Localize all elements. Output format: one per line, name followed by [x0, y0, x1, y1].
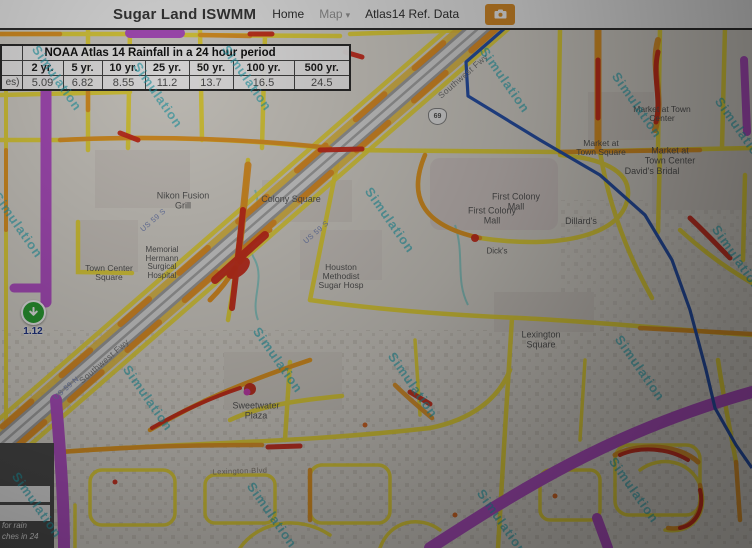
marker-down-arrow-icon[interactable] [21, 300, 46, 325]
map-viewport[interactable]: 69 1.12 [0, 28, 752, 548]
col-header: 2 yr. [22, 61, 63, 76]
col-header: 50 yr. [189, 61, 233, 76]
gauge-marker[interactable]: 1.12 [13, 300, 53, 337]
nav-home[interactable]: Home [272, 7, 304, 21]
rainfall-table: NOAA Atlas 14 Rainfall in a 24 hour peri… [0, 44, 351, 91]
rainfall-value: 11.2 [145, 76, 189, 91]
nav-map-dropdown[interactable]: Map▾ [319, 7, 350, 21]
nav-atlas14-ref-data[interactable]: Atlas14 Ref. Data [365, 7, 459, 21]
legend-panel: for rain ches in 24 [0, 443, 54, 548]
app-title: Sugar Land ISWMM [113, 6, 256, 23]
row-label-partial: es) [1, 76, 22, 91]
col-header: 100 yr. [233, 61, 294, 76]
table-corner-cell [1, 61, 22, 76]
rainfall-value: 24.5 [294, 76, 350, 91]
rainfall-value: 6.82 [63, 76, 102, 91]
table-corner-cell [1, 45, 22, 61]
map-canvas[interactable] [0, 28, 752, 548]
col-header: 5 yr. [63, 61, 102, 76]
screenshot-button[interactable] [485, 4, 515, 25]
legend-input-2[interactable] [0, 505, 50, 521]
rainfall-value: 5.09 [22, 76, 63, 91]
col-header: 25 yr. [145, 61, 189, 76]
gauge-value: 1.12 [13, 326, 53, 337]
rainfall-value: 13.7 [189, 76, 233, 91]
app-header: Sugar Land ISWMM Home Map▾ Atlas14 Ref. … [0, 0, 752, 30]
chevron-down-icon: ▾ [346, 10, 351, 20]
col-header: 500 yr. [294, 61, 350, 76]
camera-icon [494, 7, 507, 22]
legend-caption: for rain ches in 24 [2, 521, 38, 543]
main-nav: Home Map▾ Atlas14 Ref. Data [272, 4, 515, 25]
legend-input-1[interactable] [0, 486, 50, 502]
rainfall-table-title: NOAA Atlas 14 Rainfall in a 24 hour peri… [22, 45, 350, 61]
app-window: 69 1.12 Nikon Fusion GrillColony SquareM… [0, 0, 752, 548]
col-header: 10 yr. [102, 61, 145, 76]
rainfall-value: 16.5 [233, 76, 294, 91]
rainfall-value: 8.55 [102, 76, 145, 91]
